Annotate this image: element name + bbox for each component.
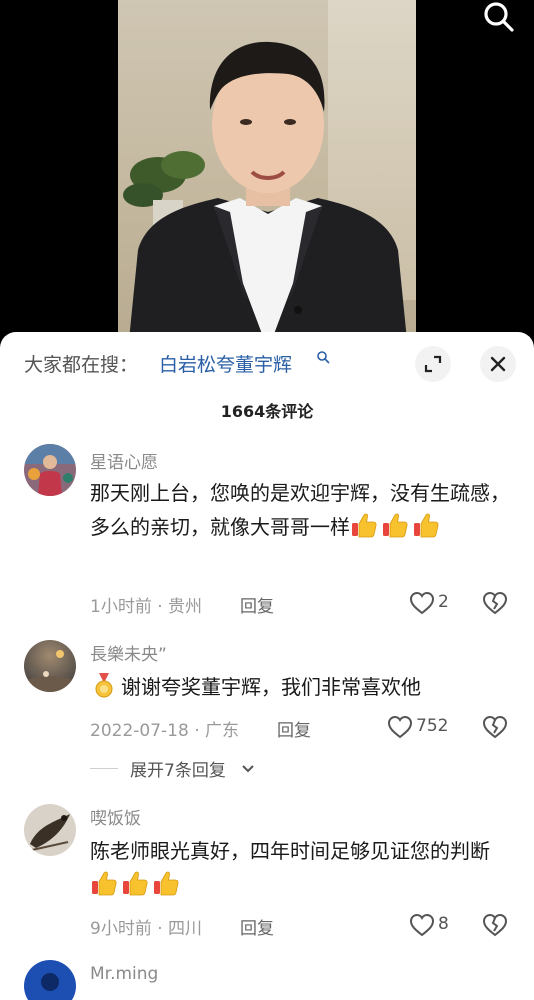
thumbs-up-emoji (90, 869, 118, 897)
expand-icon (424, 355, 442, 373)
comment-location: 广东 (205, 721, 240, 741)
meta-separator: · (188, 721, 206, 741)
search-suggestion-bar: 大家都在搜： 白岩松夸董宇辉 (0, 332, 534, 394)
reply-button[interactable]: 回复 (240, 914, 274, 939)
comment-meta: 9小时前 · 四川 (90, 914, 202, 939)
close-button[interactable] (480, 346, 516, 382)
comment-item: Mr.ming (0, 960, 534, 1000)
comment-body: 那天刚上台，您唤的是欢迎宇辉，没有生疏感，多么的亲切，就像大哥哥一样 (90, 481, 510, 539)
thumbs-up-emoji (412, 511, 440, 539)
broken-heart-icon[interactable] (482, 912, 508, 938)
comment-location: 四川 (168, 919, 203, 939)
video-search-button[interactable] (480, 0, 520, 36)
comment-item: 長樂未央” 谢谢夸奖董宇辉，我们非常喜欢他 2022-07-18 · 广东 回复… (0, 638, 534, 788)
broken-heart-icon[interactable] (482, 714, 508, 740)
heart-icon (409, 590, 435, 616)
thumbs-up-emoji (121, 869, 149, 897)
comment-body: 谢谢夸奖董宇辉，我们非常喜欢他 (121, 675, 421, 699)
comment-time: 1小时前 (90, 597, 152, 617)
search-icon (317, 351, 330, 364)
avatar[interactable] (24, 444, 76, 496)
comment-time: 9小时前 (90, 919, 152, 939)
close-icon (490, 356, 506, 372)
like-button[interactable]: 2 (409, 590, 453, 616)
comment-text: 那天刚上台，您唤的是欢迎宇辉，没有生疏感，多么的亲切，就像大哥哥一样 (90, 476, 515, 544)
like-button[interactable]: 8 (409, 912, 453, 938)
comment-username[interactable]: Mr.ming (90, 964, 158, 984)
heart-icon (387, 714, 413, 740)
video-player[interactable] (0, 0, 534, 350)
video-frame (118, 0, 416, 350)
chevron-down-icon (242, 765, 254, 773)
comment-item: 喫饭饭 陈老师眼光真好，四年时间足够见证您的判断 9小时前 · 四川 回复 8 (0, 802, 534, 952)
comment-meta: 2022-07-18 · 广东 (90, 716, 239, 741)
search-icon (484, 2, 514, 32)
thumbs-up-emoji (350, 511, 378, 539)
meta-separator: · (151, 597, 169, 617)
like-count: 752 (416, 716, 449, 736)
comment-item: 星语心愿 那天刚上台，您唤的是欢迎宇辉，没有生疏感，多么的亲切，就像大哥哥一样 … (0, 444, 534, 624)
comment-username[interactable]: 星语心愿 (90, 448, 158, 473)
search-prompt: 大家都在搜： (24, 354, 139, 376)
thumbs-up-emoji (152, 869, 180, 897)
expand-replies-label: 展开7条回复 (130, 761, 226, 781)
comment-count-title: 1664条评论 (220, 402, 314, 421)
presenter-figure (128, 41, 408, 350)
comment-meta: 1小时前 · 贵州 (90, 592, 202, 617)
comment-time: 2022-07-18 (90, 721, 189, 741)
comment-username[interactable]: 喫饭饭 (90, 804, 141, 829)
search-suggestion-link[interactable]: 白岩松夸董宇辉 (159, 350, 292, 377)
like-count: 8 (438, 914, 449, 934)
heart-icon (409, 912, 435, 938)
like-count: 2 (438, 592, 449, 612)
comments-sheet: 大家都在搜： 白岩松夸董宇辉 1664条评论 星语心愿 那天刚上台，您唤的是欢迎… (0, 332, 534, 1000)
avatar[interactable] (24, 804, 76, 856)
comment-body: 陈老师眼光真好，四年时间足够见证您的判断 (90, 839, 490, 863)
meta-separator: · (151, 919, 169, 939)
avatar[interactable] (24, 640, 76, 692)
medal-emoji (95, 673, 113, 698)
like-button[interactable]: 752 (387, 714, 453, 740)
expand-button[interactable] (415, 346, 451, 382)
reply-button[interactable]: 回复 (240, 592, 274, 617)
reply-button[interactable]: 回复 (277, 716, 311, 741)
avatar[interactable] (24, 960, 76, 1000)
broken-heart-icon[interactable] (482, 590, 508, 616)
thumbs-up-emoji (381, 511, 409, 539)
comment-text: 陈老师眼光真好，四年时间足够见证您的判断 (90, 834, 515, 902)
comment-username[interactable]: 長樂未央” (90, 640, 167, 665)
comment-text: 谢谢夸奖董宇辉，我们非常喜欢他 (90, 670, 515, 704)
comment-location: 贵州 (168, 597, 203, 617)
divider (90, 768, 118, 769)
